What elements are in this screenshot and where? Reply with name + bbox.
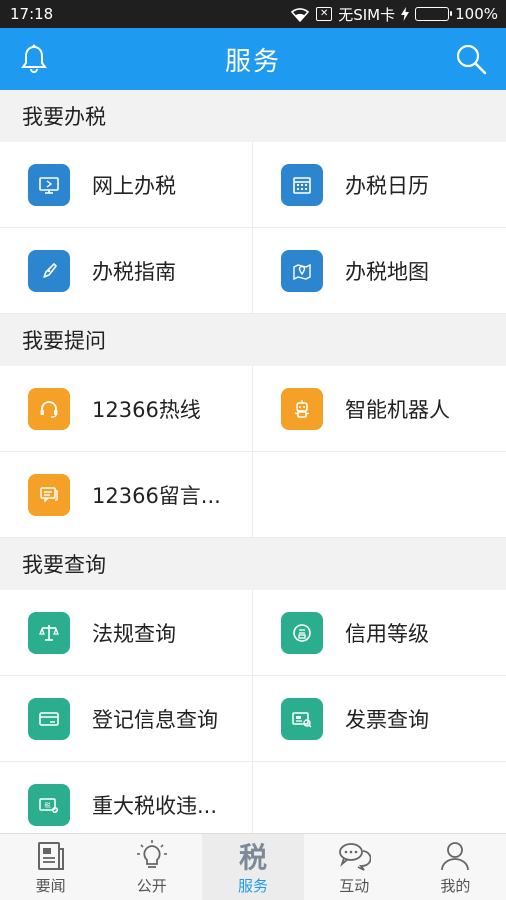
section-header-tax: 我要办税 [0,90,506,142]
service-major-violation[interactable]: 税 重大税收违... [0,762,253,833]
section-grid-query: 法规查询 信用等级 登记信息查询 发票查询 税 重大税收违... [0,590,506,833]
scale-icon [28,611,70,654]
section-header-ask: 我要提问 [0,314,506,366]
credit-icon [281,611,323,654]
service-tax-guide[interactable]: 办税指南 [0,228,253,314]
status-time: 17:18 [10,5,54,23]
calendar-icon [281,163,323,206]
tax-char-icon: 税 [239,841,267,873]
service-tax-map[interactable]: 办税地图 [253,228,506,314]
bulb-icon [136,839,167,868]
sim-icon: ✕ [316,7,333,21]
service-registration-query[interactable]: 登记信息查询 [0,676,253,762]
message-icon [28,473,70,516]
service-law-query[interactable]: 法规查询 [0,590,253,676]
bell-icon[interactable] [18,43,50,75]
page-title: 服务 [224,46,281,77]
news-icon [37,841,64,870]
carrier-text: 无SIM卡 [338,5,396,24]
service-online-tax[interactable]: 网上办税 [0,142,253,228]
invoice-icon [281,697,323,740]
tab-public[interactable]: 公开 [101,834,202,900]
empty-cell [253,762,506,833]
chat-icon [339,842,372,871]
search-icon[interactable] [454,42,488,76]
bottom-tab-bar: 要闻 公开 税 服务 互动 我的 [0,833,506,900]
person-icon [441,841,470,870]
charging-icon [401,7,410,21]
service-message[interactable]: 12366留言... [0,452,253,538]
robot-icon [281,387,323,430]
section-grid-tax: 网上办税 办税日历 办税指南 办税地图 [0,142,506,314]
svg-text:税: 税 [44,801,50,809]
tab-interact[interactable]: 互动 [304,834,405,900]
status-bar: 17:18 ✕ 无SIM卡 100% [0,0,506,28]
service-tax-calendar[interactable]: 办税日历 [253,142,506,228]
service-hotline[interactable]: 12366热线 [0,366,253,452]
card-icon [28,697,70,740]
section-header-query: 我要查询 [0,538,506,590]
map-icon [281,249,323,292]
tax-icon: 税 [28,783,70,826]
headset-icon [28,387,70,430]
wifi-icon [291,8,310,22]
service-robot[interactable]: 智能机器人 [253,366,506,452]
section-grid-ask: 12366热线 智能机器人 12366留言... [0,366,506,538]
svg-text:税: 税 [239,841,267,873]
service-invoice-query[interactable]: 发票查询 [253,676,506,762]
tab-mine[interactable]: 我的 [405,834,506,900]
tab-news[interactable]: 要闻 [0,834,101,900]
compass-icon [28,249,70,292]
empty-cell [253,452,506,538]
service-credit-level[interactable]: 信用等级 [253,590,506,676]
battery-icon [415,7,453,21]
battery-text: 100% [455,5,498,23]
monitor-icon [28,163,70,206]
app-header: 服务 [0,28,506,90]
service-list: 我要办税 网上办税 办税日历 办税指南 办税地图 我要提问 12366热线 智能… [0,90,506,833]
tab-service[interactable]: 税 服务 [202,834,304,900]
